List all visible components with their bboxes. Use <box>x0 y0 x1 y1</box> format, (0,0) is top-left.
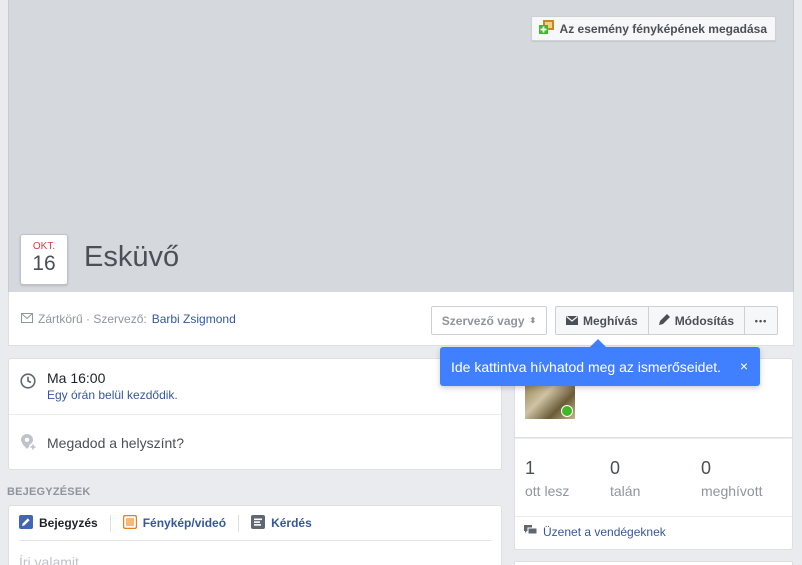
event-time: Ma 16:00 <box>47 370 106 386</box>
stat-invited-count: 0 <box>701 458 712 478</box>
divider <box>9 414 501 415</box>
tab-post[interactable]: Bejegyzés <box>19 514 110 532</box>
photo-icon <box>122 514 137 532</box>
invite-label: Meghívás <box>583 313 638 328</box>
stat-invited[interactable]: 0 meghívott <box>701 458 762 499</box>
guest-stats-card: 1 ott lesz 0 talán 0 meghívott Üzenet a … <box>514 438 793 550</box>
pencil-icon <box>658 313 670 328</box>
message-guests-label: Üzenet a vendégeknek <box>543 525 666 539</box>
tab-post-label: Bejegyzés <box>39 516 98 530</box>
stat-maybe[interactable]: 0 talán <box>610 458 640 499</box>
event-details-card: Ma 16:00 Egy órán belül kezdődik. Megado… <box>8 358 502 470</box>
edit-label: Módosítás <box>674 313 735 328</box>
edit-button[interactable]: Módosítás <box>647 307 744 334</box>
event-day: 16 <box>32 252 56 275</box>
more-options-button[interactable]: ••• <box>744 307 777 334</box>
tooltip-arrow <box>590 339 606 347</box>
going-check-icon <box>561 405 573 417</box>
add-event-photo-button[interactable]: Az esemény fényképének megadása <box>530 16 776 41</box>
event-title: Esküvő <box>84 241 180 273</box>
chat-bubbles-icon <box>524 525 538 539</box>
stat-maybe-count: 0 <box>610 458 621 478</box>
add-location-prompt[interactable]: Megadod a helyszínt? <box>47 435 184 451</box>
host-status-label: Szervező vagy <box>441 313 525 328</box>
next-card <box>514 561 793 565</box>
event-info-bar: Zártkörű · Szervező: Barbi Zsigmond Szer… <box>8 292 794 346</box>
privacy-text: Zártkörű · Szervező: <box>38 312 147 326</box>
composer-tabs: Bejegyzés Fénykép/videó Kérdés <box>19 514 324 532</box>
tab-photo-video-label: Fénykép/videó <box>142 516 227 530</box>
event-date-badge: OKT. 16 <box>20 234 68 285</box>
posts-heading: BEJEGYZÉSEK <box>7 486 91 498</box>
invite-tooltip: Ide kattintva hívhatod meg az ismerőseid… <box>440 347 760 386</box>
event-month: OKT. <box>32 241 56 252</box>
pencil-square-icon <box>19 514 33 532</box>
location-pin-icon <box>21 434 37 457</box>
stat-going[interactable]: 1 ott lesz <box>525 458 569 499</box>
tab-photo-video[interactable]: Fénykép/videó <box>109 514 238 532</box>
event-action-buttons: Meghívás Módosítás ••• <box>555 306 779 335</box>
post-composer: Bejegyzés Fénykép/videó Kérdés Írj valam… <box>8 505 502 565</box>
invite-button[interactable]: Meghívás <box>556 307 648 334</box>
sort-arrows-icon: ⬍ <box>529 315 537 325</box>
mail-icon <box>566 314 578 328</box>
clock-icon <box>20 373 36 394</box>
host-status-button[interactable]: Szervező vagy ⬍ <box>431 306 547 335</box>
tab-question[interactable]: Kérdés <box>238 514 324 532</box>
tab-question-label: Kérdés <box>271 516 312 530</box>
add-photo-icon <box>538 20 555 37</box>
envelope-icon <box>21 312 33 326</box>
divider <box>19 540 491 541</box>
close-icon[interactable]: × <box>740 358 748 374</box>
stat-invited-label: meghívott <box>701 483 763 499</box>
message-guests-link[interactable]: Üzenet a vendégeknek <box>524 525 666 539</box>
tooltip-text: Ide kattintva hívhatod meg az ismerőseid… <box>451 358 722 375</box>
organizer-link[interactable]: Barbi Zsigmond <box>152 312 236 326</box>
more-icon: ••• <box>754 315 768 326</box>
stat-maybe-label: talán <box>610 483 641 499</box>
stat-going-count: 1 <box>525 458 536 478</box>
event-privacy: Zártkörű · Szervező: Barbi Zsigmond <box>21 312 236 326</box>
question-list-icon <box>251 514 266 532</box>
add-photo-label: Az esemény fényképének megadása <box>559 21 767 36</box>
event-time-note[interactable]: Egy órán belül kezdődik. <box>47 388 178 402</box>
stat-going-label: ott lesz <box>525 483 570 499</box>
post-input[interactable]: Írj valamit... <box>19 554 91 565</box>
divider <box>515 516 792 517</box>
